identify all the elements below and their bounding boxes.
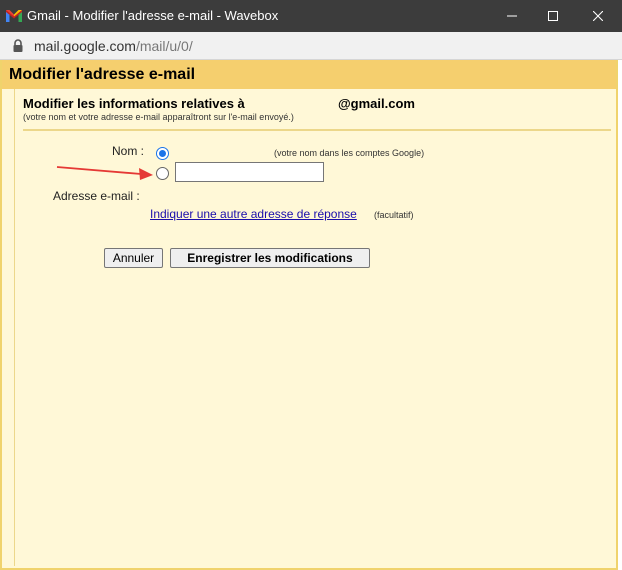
close-icon [593,11,603,21]
maximize-icon [548,11,558,21]
annotation-arrow-icon [56,166,153,180]
url-host: mail.google.com [34,38,136,54]
maximize-button[interactable] [531,0,575,32]
minimize-button[interactable] [490,0,534,32]
info-title: Modifier les informations relatives à [23,96,245,111]
name-label: Nom : [112,144,145,158]
url-path: /mail/u/0/ [135,38,193,54]
gmail-logo-icon [6,10,22,22]
dialog-header: Modifier l'adresse e-mail [2,60,616,89]
cancel-button[interactable]: Annuler [104,248,163,268]
dialog-title: Modifier l'adresse e-mail [9,66,196,83]
reply-address-link[interactable]: Indiquer une autre adresse de réponse [150,207,357,221]
window-title: Gmail - Modifier l'adresse e-mail - Wave… [27,8,279,23]
separator [23,129,611,131]
lock-icon [13,39,23,52]
window-titlebar: Gmail - Modifier l'adresse e-mail - Wave… [0,0,622,32]
dialog-body: Modifier les informations relatives à @g… [14,89,614,566]
url-text[interactable]: mail.google.com/mail/u/0/ [34,38,193,54]
optional-note: (facultatif) [374,210,414,220]
save-changes-button[interactable]: Enregistrer les modifications [170,248,370,268]
email-label: Adresse e-mail : [53,189,140,203]
close-button[interactable] [576,0,620,32]
minimize-icon [507,15,517,17]
google-name-note: (votre nom dans les comptes Google) [274,148,425,158]
edit-email-dialog: Modifier l'adresse e-mail Modifier les i… [0,60,618,570]
radio-google-name[interactable] [156,147,169,160]
radio-custom-name[interactable] [156,167,169,180]
custom-name-input[interactable] [175,162,324,182]
info-note: (votre nom et votre adresse e-mail appar… [23,112,294,122]
email-address-suffix: @gmail.com [338,96,415,111]
address-bar[interactable]: mail.google.com/mail/u/0/ [0,32,622,60]
